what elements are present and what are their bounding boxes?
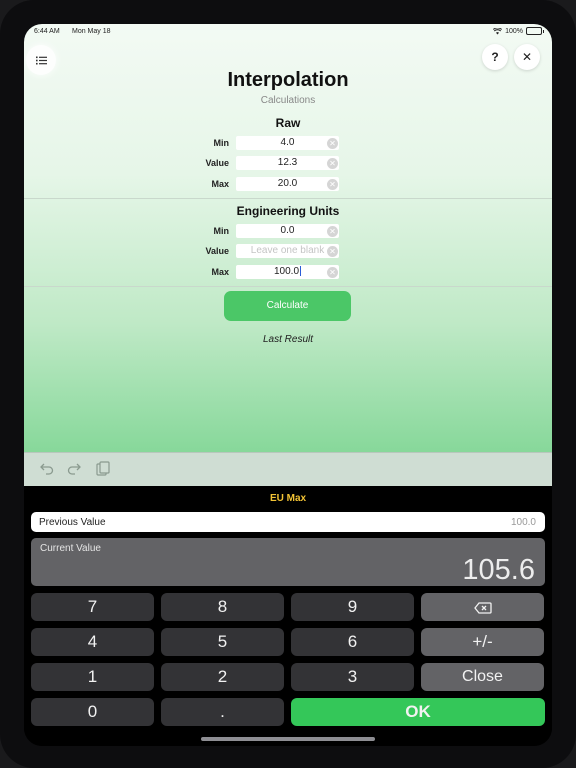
eu-value-field[interactable]: Leave one blank ✕: [236, 244, 339, 258]
raw-max-label: Max: [211, 179, 229, 189]
help-icon: ?: [491, 50, 499, 64]
text-caret: [300, 266, 302, 277]
key-4[interactable]: 4: [31, 628, 154, 656]
battery-icon: [526, 27, 544, 35]
plus-minus-button[interactable]: +/-: [421, 628, 544, 656]
device-frame: 6:44 AM Mon May 18 100% ? ✕ Interpolatio…: [0, 0, 576, 768]
previous-value-label: Previous Value: [39, 517, 106, 528]
interpolation-view: 6:44 AM Mon May 18 100% ? ✕ Interpolatio…: [24, 24, 552, 452]
key-8[interactable]: 8: [161, 593, 284, 621]
backspace-button[interactable]: [421, 593, 544, 621]
close-icon: ✕: [521, 50, 533, 64]
raw-min-label: Min: [213, 138, 230, 148]
raw-max-field[interactable]: 20.0 ✕: [236, 177, 339, 191]
eu-min-field[interactable]: 0.0 ✕: [236, 224, 339, 238]
current-value: 105.6: [462, 554, 535, 586]
clear-field-icon[interactable]: ✕: [327, 137, 338, 149]
key-3[interactable]: 3: [291, 663, 414, 691]
close-keypad-button[interactable]: Close: [421, 663, 544, 691]
clear-field-icon[interactable]: ✕: [327, 245, 338, 257]
raw-min-value: 4.0: [280, 137, 295, 148]
help-button[interactable]: ?: [482, 44, 508, 70]
current-value-label: Current Value: [40, 543, 101, 554]
key-2[interactable]: 2: [161, 663, 284, 691]
raw-value-value: 12.3: [277, 157, 298, 168]
list-icon: [35, 56, 47, 64]
page-subtitle: Calculations: [260, 95, 316, 106]
status-bar: 6:44 AM Mon May 18 100%: [24, 24, 552, 40]
raw-min-field[interactable]: 4.0 ✕: [236, 136, 339, 150]
close-button[interactable]: ✕: [514, 44, 540, 70]
screen: 6:44 AM Mon May 18 100% ? ✕ Interpolatio…: [24, 24, 552, 746]
eu-value-label: Value: [205, 246, 229, 256]
ok-button[interactable]: OK: [291, 698, 545, 726]
clear-field-icon[interactable]: ✕: [327, 157, 338, 169]
clear-field-icon[interactable]: ✕: [327, 266, 338, 278]
clipboard-icon[interactable]: [96, 461, 110, 476]
key-9[interactable]: 9: [291, 593, 414, 621]
previous-value: 100.0: [510, 517, 536, 528]
redo-icon[interactable]: [67, 461, 81, 475]
page-title: Interpolation: [227, 69, 349, 91]
clear-field-icon[interactable]: ✕: [327, 178, 338, 190]
wifi-icon: [493, 27, 503, 34]
previous-value-box: Previous Value 100.0: [31, 512, 545, 532]
section-divider: [24, 286, 552, 287]
key-0[interactable]: 0: [31, 698, 154, 726]
number-keypad: EU Max Previous Value 100.0 Current Valu…: [24, 486, 552, 746]
eu-min-value: 0.0: [280, 225, 295, 236]
key-1[interactable]: 1: [31, 663, 154, 691]
undo-icon[interactable]: [40, 461, 54, 475]
key-5[interactable]: 5: [161, 628, 284, 656]
status-date: Mon May 18: [72, 28, 111, 35]
backspace-icon: [473, 601, 492, 614]
key-7[interactable]: 7: [31, 593, 154, 621]
raw-value-field[interactable]: 12.3 ✕: [236, 156, 339, 170]
status-right: 100%: [493, 27, 544, 35]
eu-max-value: 100.0: [273, 266, 300, 277]
raw-max-value: 20.0: [277, 178, 298, 189]
clear-field-icon[interactable]: ✕: [327, 225, 338, 237]
eu-max-field[interactable]: 100.0 ✕: [236, 265, 339, 279]
battery-percent: 100%: [505, 27, 523, 35]
eu-section-title: Engineering Units: [236, 204, 340, 218]
raw-section-title: Raw: [275, 116, 301, 130]
last-result-link[interactable]: Last Result: [24, 334, 552, 345]
key-6[interactable]: 6: [291, 628, 414, 656]
current-value-box: Current Value 105.6: [31, 538, 545, 586]
raw-value-label: Value: [205, 158, 229, 168]
eu-max-label: Max: [211, 267, 229, 277]
key-decimal[interactable]: .: [161, 698, 284, 726]
home-indicator[interactable]: [201, 737, 375, 741]
keypad-title: EU Max: [269, 493, 307, 504]
keyboard-toolbar: [24, 452, 552, 486]
section-divider: [24, 198, 552, 199]
eu-min-label: Min: [213, 226, 230, 236]
status-time: 6:44 AM: [34, 28, 60, 35]
calculate-button[interactable]: Calculate: [224, 291, 351, 321]
eu-value-placeholder: Leave one blank: [250, 245, 325, 256]
